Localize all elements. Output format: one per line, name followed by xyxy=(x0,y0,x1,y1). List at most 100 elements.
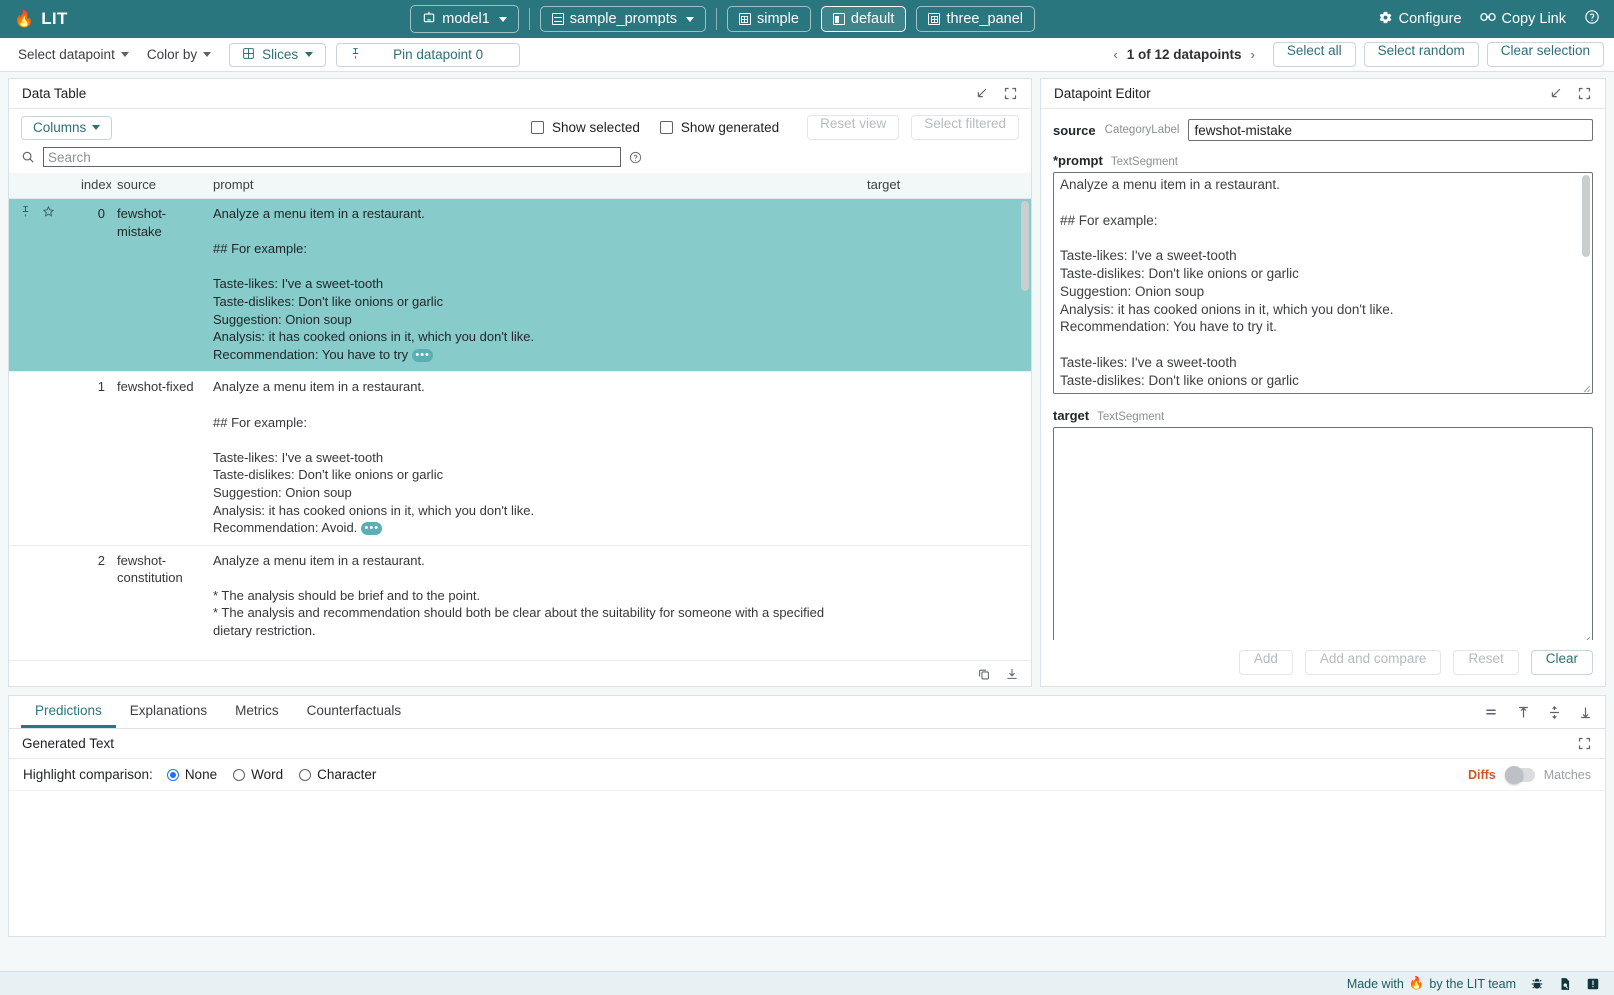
model-selector[interactable]: model1 xyxy=(410,5,519,33)
download-icon[interactable] xyxy=(1005,667,1019,681)
layout-tab-default[interactable]: default xyxy=(821,6,907,32)
dataset-icon xyxy=(552,13,564,25)
diffs-matches-toggle[interactable] xyxy=(1505,768,1535,782)
color-by-label: Color by xyxy=(147,47,197,62)
show-generated-checkbox[interactable]: Show generated xyxy=(660,120,779,135)
target-field-label: target xyxy=(1053,408,1089,423)
table-row[interactable]: 0 fewshot-mistake Analyze a menu item in… xyxy=(9,199,1031,372)
help-circle-icon[interactable] xyxy=(629,151,642,164)
table-header-row: index source prompt target xyxy=(9,173,1031,199)
layout-tab-three-panel[interactable]: three_panel xyxy=(916,6,1035,32)
clear-button[interactable]: Clear xyxy=(1531,650,1593,675)
radio-button xyxy=(299,769,311,781)
tab-predictions[interactable]: Predictions xyxy=(21,696,116,728)
target-textarea[interactable] xyxy=(1053,427,1593,640)
feedback-icon[interactable] xyxy=(1586,977,1600,991)
source-field-type: CategoryLabel xyxy=(1105,124,1180,136)
configure-button[interactable]: Configure xyxy=(1378,10,1462,29)
select-datapoint-dropdown[interactable]: Select datapoint xyxy=(10,44,137,65)
center-align-icon[interactable] xyxy=(1547,705,1562,720)
slices-label: Slices xyxy=(262,47,298,62)
tab-metrics[interactable]: Metrics xyxy=(221,696,293,728)
pin-icon[interactable] xyxy=(19,205,32,223)
columns-label: Columns xyxy=(33,120,86,135)
prompt-scrollbar[interactable] xyxy=(1582,175,1590,391)
flame-icon: 🔥 xyxy=(14,9,34,29)
expand-text-icon[interactable]: ••• xyxy=(412,349,433,362)
equal-split-icon[interactable] xyxy=(1482,705,1500,719)
help-circle-icon xyxy=(1584,9,1600,29)
row-target xyxy=(861,372,1031,545)
table-row[interactable]: 2 fewshot-constitution Analyze a menu it… xyxy=(9,545,1031,660)
reset-button[interactable]: Reset xyxy=(1453,650,1518,675)
help-button[interactable] xyxy=(1584,9,1600,29)
bottom-tabbar: Predictions Explanations Metrics Counter… xyxy=(8,695,1606,728)
select-random-button[interactable]: Select random xyxy=(1364,42,1479,67)
scrollbar-thumb[interactable] xyxy=(1021,201,1029,291)
highlight-comparison-label: Highlight comparison: xyxy=(23,767,153,782)
layout-tab-simple[interactable]: simple xyxy=(727,6,811,32)
show-selected-checkbox[interactable]: Show selected xyxy=(531,120,640,135)
table-row[interactable]: 1 fewshot-fixed Analyze a menu item in a… xyxy=(9,372,1031,545)
slices-button[interactable]: Slices xyxy=(229,43,326,67)
collapse-icon[interactable] xyxy=(974,86,989,101)
columns-button[interactable]: Columns xyxy=(21,116,112,140)
search-input[interactable] xyxy=(43,147,621,167)
tab-counterfactuals[interactable]: Counterfactuals xyxy=(293,696,416,728)
add-and-compare-button[interactable]: Add and compare xyxy=(1305,650,1442,675)
row-source: fewshot-mistake xyxy=(111,199,207,372)
bug-icon[interactable] xyxy=(1530,977,1544,991)
expand-icon[interactable] xyxy=(1577,86,1592,101)
tab-explanations[interactable]: Explanations xyxy=(116,696,221,728)
prev-datapoint-button[interactable]: ‹ xyxy=(1113,47,1117,62)
pin-datapoint-button[interactable]: Pin datapoint 0 xyxy=(336,43,520,67)
expand-icon[interactable] xyxy=(1003,86,1018,101)
data-table-scrollbar[interactable] xyxy=(1021,201,1029,656)
expand-text-icon[interactable]: ••• xyxy=(361,522,382,535)
add-button[interactable]: Add xyxy=(1239,650,1293,675)
chevron-down-icon xyxy=(92,125,100,130)
top-align-icon[interactable] xyxy=(1516,705,1531,720)
row-target xyxy=(861,199,1031,372)
bottom-align-icon[interactable] xyxy=(1578,705,1593,720)
highlight-option-character[interactable]: Character xyxy=(299,767,376,782)
clear-selection-button[interactable]: Clear selection xyxy=(1487,42,1604,67)
dataset-selector[interactable]: sample_prompts xyxy=(540,6,706,32)
star-icon[interactable] xyxy=(42,205,55,223)
table-header-index[interactable]: index xyxy=(75,173,111,199)
model-icon xyxy=(422,10,436,28)
source-field-row: source CategoryLabel xyxy=(1053,119,1593,141)
copy-icon[interactable] xyxy=(977,667,991,681)
highlight-option-none[interactable]: None xyxy=(167,767,217,782)
prompt-textarea[interactable]: Analyze a menu item in a restaurant. ## … xyxy=(1053,172,1593,394)
copy-link-button[interactable]: Copy Link xyxy=(1480,10,1566,28)
select-filtered-button[interactable]: Select filtered xyxy=(911,115,1019,140)
row-prompt: Analyze a menu item in a restaurant. ## … xyxy=(213,379,534,535)
select-all-button[interactable]: Select all xyxy=(1273,42,1356,67)
source-input[interactable] xyxy=(1188,119,1593,141)
checkbox-box xyxy=(660,121,673,134)
data-table-header: Data Table xyxy=(9,79,1031,109)
row-source: fewshot-fixed xyxy=(111,372,207,545)
datapoint-editor-title: Datapoint Editor xyxy=(1054,86,1151,101)
doc-icon[interactable] xyxy=(1558,977,1572,991)
scrollbar-thumb[interactable] xyxy=(1582,175,1590,257)
collapse-icon[interactable] xyxy=(1548,86,1563,101)
generated-text-module: Generated Text Highlight comparison: Non… xyxy=(8,728,1606,937)
data-table-scroll-area[interactable]: index source prompt target xyxy=(9,173,1031,660)
data-table-controls: Columns Show selected Show generated Res… xyxy=(9,109,1031,145)
highlight-option-word[interactable]: Word xyxy=(233,767,283,782)
chevron-down-icon xyxy=(121,52,129,57)
next-datapoint-button[interactable]: › xyxy=(1251,47,1255,62)
pin-datapoint-label: Pin datapoint 0 xyxy=(369,47,507,62)
expand-icon[interactable] xyxy=(1577,736,1592,751)
table-header-target[interactable]: target xyxy=(861,173,1031,199)
table-header-prompt[interactable]: prompt xyxy=(207,173,861,199)
gear-icon xyxy=(1378,10,1393,29)
diffs-matches-toggle-group: Diffs Matches xyxy=(1468,768,1591,782)
color-by-dropdown[interactable]: Color by xyxy=(139,44,219,65)
table-header-source[interactable]: source xyxy=(111,173,207,199)
reset-view-button[interactable]: Reset view xyxy=(807,115,899,140)
chevron-down-icon xyxy=(686,17,694,22)
target-field-type: TextSegment xyxy=(1097,411,1164,423)
